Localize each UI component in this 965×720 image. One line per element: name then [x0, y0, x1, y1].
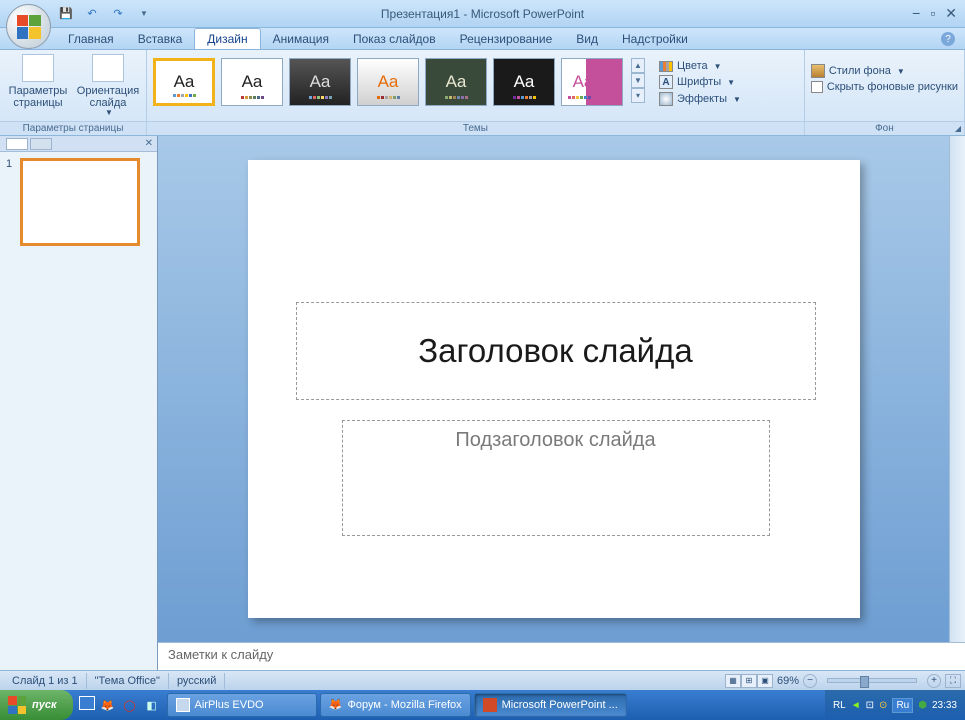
titlebar: 💾 ↶ ↷ ▼ Презентация1 - Microsoft PowerPo… [0, 0, 965, 28]
ribbon: Параметры страницы Ориентация слайда▼ Па… [0, 50, 965, 136]
colors-icon [659, 61, 673, 72]
thumbnails-tab[interactable] [6, 138, 28, 150]
undo-icon[interactable]: ↶ [84, 6, 100, 22]
windows-logo-icon [8, 696, 26, 714]
theme-4[interactable]: Aa [357, 58, 419, 106]
lang-indicator-2[interactable]: Ru [892, 698, 913, 713]
taskbar-app-3[interactable]: Microsoft PowerPoint ... [474, 693, 627, 717]
restore-button[interactable]: ▫ [930, 5, 935, 22]
vertical-scrollbar[interactable] [949, 136, 965, 642]
page-setup-icon [22, 54, 54, 82]
theme-3[interactable]: Aa [289, 58, 351, 106]
hide-bg-graphics-checkbox[interactable]: Скрыть фоновые рисунки [811, 81, 958, 93]
colors-button[interactable]: Цвета▼ [659, 60, 741, 72]
tab-review[interactable]: Рецензирование [448, 29, 565, 49]
subtitle-placeholder[interactable]: Подзаголовок слайда [342, 420, 770, 536]
tab-slideshow[interactable]: Показ слайдов [341, 29, 448, 49]
zoom-percent[interactable]: 69% [777, 675, 799, 687]
slide: Заголовок слайда Подзаголовок слайда [248, 160, 860, 618]
status-language[interactable]: русский [169, 673, 225, 689]
close-pane-icon[interactable]: ✕ [145, 138, 153, 149]
slideshow-view-button[interactable]: ▣ [757, 674, 773, 688]
tab-home[interactable]: Главная [56, 29, 126, 49]
thumb-number: 1 [6, 158, 14, 246]
theme-5[interactable]: Aa [425, 58, 487, 106]
tab-view[interactable]: Вид [564, 29, 610, 49]
tray-icon-1[interactable]: ◄ [851, 700, 861, 711]
close-button[interactable]: ✕ [945, 5, 957, 22]
effects-icon [659, 92, 673, 106]
window-title: Презентация1 - Microsoft PowerPoint [381, 7, 584, 21]
title-placeholder[interactable]: Заголовок слайда [296, 302, 816, 400]
fit-to-window-button[interactable]: ⛶ [945, 674, 961, 688]
group-background: Стили фона▼ Скрыть фоновые рисунки Фон◢ [805, 50, 965, 135]
ql-firefox-icon[interactable]: 🦊 [99, 696, 117, 714]
minimize-button[interactable]: − [912, 5, 920, 22]
fonts-button[interactable]: AШрифты▼ [659, 75, 741, 89]
ql-opera-icon[interactable]: ◯ [121, 696, 139, 714]
taskbar-app-1[interactable]: AirPlus EVDO [167, 693, 317, 717]
ql-other-icon[interactable]: ◧ [143, 696, 161, 714]
qat-customize-icon[interactable]: ▼ [136, 6, 152, 22]
status-slide-count: Слайд 1 из 1 [4, 673, 87, 689]
tab-design[interactable]: Дизайн [194, 28, 260, 49]
sorter-view-button[interactable]: ⊞ [741, 674, 757, 688]
clock[interactable]: 23:33 [932, 700, 957, 711]
zoom-slider[interactable] [827, 678, 917, 683]
statusbar: Слайд 1 из 1 "Тема Office" русский ▦ ⊞ ▣… [0, 670, 965, 690]
tab-animation[interactable]: Анимация [261, 29, 341, 49]
page-setup-button[interactable]: Параметры страницы [6, 54, 70, 109]
group-label-page: Параметры страницы [0, 121, 146, 135]
group-page-setup: Параметры страницы Ориентация слайда▼ Па… [0, 50, 147, 135]
effects-button[interactable]: Эффекты▼ [659, 92, 741, 106]
group-label-bg: Фон◢ [805, 121, 964, 135]
theme-gallery-more[interactable]: ▲▼▾ [631, 58, 645, 103]
fonts-icon: A [659, 75, 673, 89]
theme-6[interactable]: Aa [493, 58, 555, 106]
theme-2[interactable]: Aa [221, 58, 283, 106]
tray-icon-3[interactable]: ⊙ [879, 700, 887, 711]
quick-access-toolbar: 💾 ↶ ↷ ▼ [58, 6, 152, 22]
notes-pane[interactable]: Заметки к слайду [158, 642, 965, 670]
powerpoint-icon [483, 698, 497, 712]
redo-icon[interactable]: ↷ [110, 6, 126, 22]
bg-dialog-launcher[interactable]: ◢ [955, 124, 961, 133]
slide-canvas[interactable]: Заголовок слайда Подзаголовок слайда [158, 136, 949, 642]
outline-tab[interactable] [30, 138, 52, 150]
zoom-in-button[interactable]: + [927, 674, 941, 688]
background-styles-button[interactable]: Стили фона▼ [811, 64, 958, 78]
status-theme: "Тема Office" [87, 673, 169, 689]
bg-style-icon [811, 64, 825, 78]
tray-icon-4[interactable]: ⬢ [918, 700, 927, 711]
help-icon[interactable]: ? [941, 32, 955, 46]
taskbar-app-2[interactable]: 🦊Форум - Mozilla Firefox [320, 693, 471, 717]
tray-icon-2[interactable]: ⊡ [866, 700, 874, 711]
slide-thumbnails-pane: ✕ 1 [0, 136, 158, 670]
theme-7[interactable]: Aa [561, 58, 623, 106]
checkbox-icon [811, 81, 823, 93]
orientation-icon [92, 54, 124, 82]
thumb-preview [20, 158, 140, 246]
lang-indicator[interactable]: RL [833, 700, 846, 711]
office-button[interactable] [6, 4, 51, 49]
ribbon-tabs: Главная Вставка Дизайн Анимация Показ сл… [0, 28, 965, 50]
app-icon [176, 698, 190, 712]
tab-addins[interactable]: Надстройки [610, 29, 700, 49]
slide-orientation-button[interactable]: Ориентация слайда▼ [76, 54, 140, 118]
system-tray: RL ◄ ⊡ ⊙ Ru ⬢ 23:33 [825, 690, 965, 720]
slide-thumbnail-1[interactable]: 1 [6, 158, 151, 246]
group-themes: Aa Aa Aa Aa Aa Aa Aa ▲▼▾ Цвета▼ AШрифты▼… [147, 50, 805, 135]
start-button[interactable]: пуск [0, 690, 73, 720]
office-logo-icon [17, 15, 41, 39]
tab-insert[interactable]: Вставка [126, 29, 195, 49]
theme-office[interactable]: Aa [153, 58, 215, 106]
zoom-out-button[interactable]: − [803, 674, 817, 688]
save-icon[interactable]: 💾 [58, 6, 74, 22]
normal-view-button[interactable]: ▦ [725, 674, 741, 688]
taskbar: пуск 🦊 ◯ ◧ AirPlus EVDO 🦊Форум - Mozilla… [0, 690, 965, 720]
firefox-icon: 🦊 [329, 698, 343, 712]
ql-desktop-icon[interactable] [79, 696, 95, 710]
group-label-themes: Темы [147, 121, 804, 135]
